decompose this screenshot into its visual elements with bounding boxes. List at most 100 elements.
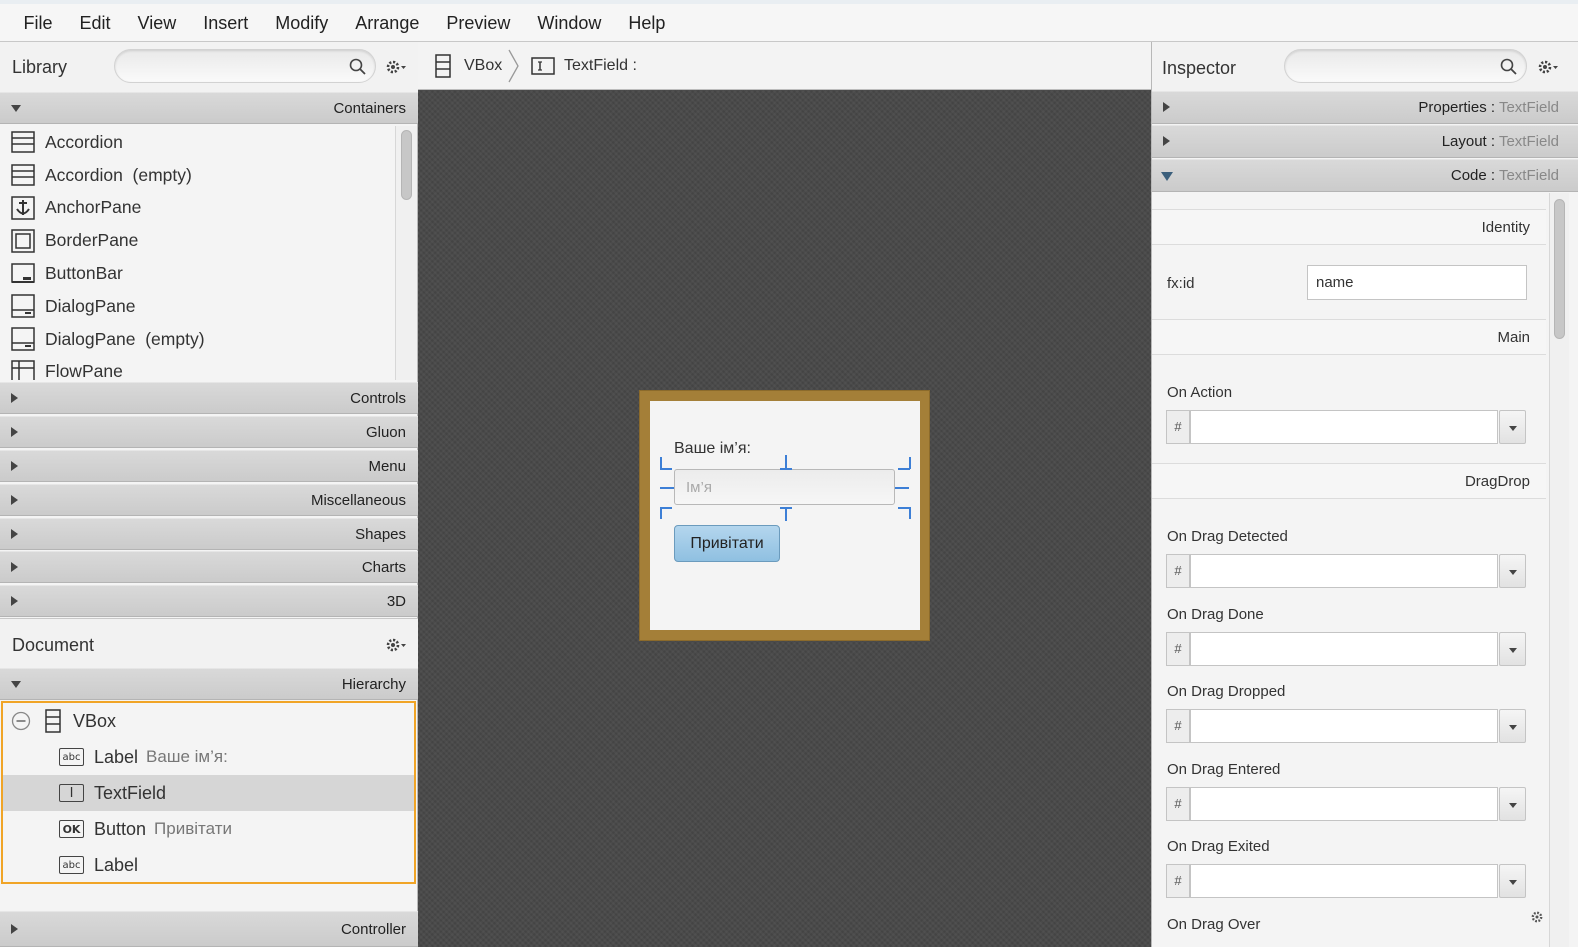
tree-row-vbox[interactable]: VBox bbox=[3, 703, 414, 739]
section-code[interactable]: Code : TextField bbox=[1152, 159, 1578, 192]
tree-row-label[interactable]: abc Label bbox=[3, 847, 414, 883]
document-gear-icon[interactable] bbox=[385, 636, 407, 654]
library-item[interactable]: DialogPane (empty) bbox=[0, 323, 395, 356]
inspector-scrollbar[interactable] bbox=[1549, 193, 1569, 947]
section-shapes[interactable]: Shapes bbox=[0, 518, 418, 550]
on-drag-exited-dropdown-button[interactable] bbox=[1499, 864, 1526, 898]
resize-handle[interactable] bbox=[660, 507, 662, 519]
section-miscellaneous[interactable]: Miscellaneous bbox=[0, 484, 418, 516]
resize-handle[interactable] bbox=[780, 507, 792, 509]
expand-icon bbox=[11, 461, 18, 471]
section-gluon[interactable]: Gluon bbox=[0, 416, 418, 448]
resize-handle[interactable] bbox=[785, 507, 787, 521]
vbox-selection-frame[interactable]: Ваше ім’я: Ім’я Привітати bbox=[639, 390, 930, 641]
section-target: TextField bbox=[1498, 167, 1559, 184]
section-controls[interactable]: Controls bbox=[0, 382, 418, 414]
menu-view[interactable]: View bbox=[124, 5, 190, 41]
collapse-icon bbox=[11, 105, 21, 112]
section-hierarchy[interactable]: Hierarchy bbox=[0, 668, 418, 700]
menu-file[interactable]: File bbox=[10, 5, 66, 41]
section-label: Properties bbox=[1418, 99, 1487, 116]
resize-handle[interactable] bbox=[909, 507, 911, 519]
on-drag-done-dropdown-button[interactable] bbox=[1499, 632, 1526, 666]
search-icon bbox=[1500, 58, 1517, 75]
resize-handle[interactable] bbox=[785, 455, 787, 469]
resize-handle[interactable] bbox=[898, 507, 910, 509]
label-icon: abc bbox=[59, 748, 84, 766]
section-3d[interactable]: 3D bbox=[0, 585, 418, 617]
textfield-icon: I bbox=[59, 784, 84, 802]
library-gear-icon[interactable] bbox=[385, 58, 407, 76]
library-item[interactable]: FlowPane bbox=[0, 356, 395, 380]
tree-sublabel: Ваше ім’я: bbox=[146, 747, 228, 766]
library-item[interactable]: Accordion bbox=[0, 126, 395, 159]
tree-row-button[interactable]: OK Button Привітати bbox=[3, 811, 414, 847]
breadcrumb-textfield[interactable]: TextField : bbox=[564, 57, 637, 75]
on-action-input[interactable] bbox=[1190, 410, 1498, 444]
section-layout[interactable]: Layout : TextField bbox=[1152, 125, 1578, 158]
inspector-panel: Inspector Properties : TextField Layout … bbox=[1151, 42, 1578, 947]
resize-handle[interactable] bbox=[660, 468, 672, 470]
fxid-input[interactable]: name bbox=[1307, 265, 1527, 300]
preview-label[interactable]: Ваше ім’я: bbox=[674, 440, 751, 458]
menu-preview[interactable]: Preview bbox=[433, 5, 524, 41]
vbox-preview[interactable]: Ваше ім’я: Ім’я Привітати bbox=[650, 401, 920, 630]
breadcrumb-separator-icon bbox=[508, 49, 519, 83]
design-canvas[interactable]: Ваше ім’я: Ім’я Привітати bbox=[418, 90, 1151, 947]
section-charts[interactable]: Charts bbox=[0, 551, 418, 583]
scrollbar-thumb[interactable] bbox=[1554, 199, 1565, 339]
library-search-input[interactable] bbox=[114, 49, 376, 83]
menu-window[interactable]: Window bbox=[524, 5, 615, 41]
on-drag-entered-input[interactable] bbox=[1190, 787, 1498, 821]
section-containers[interactable]: Containers bbox=[0, 92, 418, 124]
tree-row-label[interactable]: abc Label Ваше ім’я: bbox=[3, 739, 414, 775]
tree-label: TextField bbox=[94, 782, 167, 803]
menu-help[interactable]: Help bbox=[615, 5, 679, 41]
resize-handle[interactable] bbox=[898, 468, 910, 470]
on-drag-exited-input[interactable] bbox=[1190, 864, 1498, 898]
menu-insert[interactable]: Insert bbox=[190, 5, 262, 41]
library-item[interactable]: BorderPane bbox=[0, 224, 395, 257]
on-drag-dropped-dropdown-button[interactable] bbox=[1499, 709, 1526, 743]
library-item[interactable]: DialogPane bbox=[0, 290, 395, 323]
section-label: Charts bbox=[361, 559, 406, 576]
library-item[interactable]: AnchorPane bbox=[0, 192, 395, 225]
on-drag-done-input[interactable] bbox=[1190, 632, 1498, 666]
resize-handle[interactable] bbox=[780, 468, 792, 470]
library-item[interactable]: Accordion (empty) bbox=[0, 159, 395, 192]
menu-edit[interactable]: Edit bbox=[66, 5, 124, 41]
on-drag-detected-input[interactable] bbox=[1190, 554, 1498, 588]
section-label: Layout bbox=[1441, 133, 1487, 150]
code-section-content: Identity fx:id name Main On Action # Dra… bbox=[1152, 193, 1549, 947]
section-properties[interactable]: Properties : TextField bbox=[1152, 91, 1578, 124]
scrollbar-thumb[interactable] bbox=[401, 130, 412, 200]
document-header: Document bbox=[0, 618, 418, 668]
resize-handle[interactable] bbox=[895, 487, 909, 489]
tree-row-textfield[interactable]: I TextField bbox=[3, 775, 414, 811]
menu-arrange[interactable]: Arrange bbox=[342, 5, 433, 41]
separator: : bbox=[1486, 133, 1499, 150]
section-menu[interactable]: Menu bbox=[0, 450, 418, 482]
on-drag-dropped-input[interactable] bbox=[1190, 709, 1498, 743]
collapse-circle-icon[interactable] bbox=[11, 711, 31, 731]
breadcrumb-vbox[interactable]: VBox bbox=[464, 57, 502, 75]
settings-gear-icon[interactable] bbox=[1530, 910, 1544, 924]
tree-label: Button bbox=[94, 818, 147, 839]
section-controller[interactable]: Controller bbox=[0, 911, 418, 947]
library-scrollbar[interactable] bbox=[395, 126, 417, 380]
library-item[interactable]: ButtonBar bbox=[0, 257, 395, 290]
menu-modify[interactable]: Modify bbox=[262, 5, 342, 41]
resize-handle[interactable] bbox=[660, 507, 672, 509]
library-item-label: DialogPane bbox=[45, 295, 136, 316]
inspector-gear-icon[interactable] bbox=[1537, 58, 1559, 76]
on-drag-entered-dropdown-button[interactable] bbox=[1499, 787, 1526, 821]
on-action-dropdown-button[interactable] bbox=[1499, 410, 1526, 444]
on-drag-detected-dropdown-button[interactable] bbox=[1499, 554, 1526, 588]
section-label: 3D bbox=[386, 593, 406, 610]
resize-handle[interactable] bbox=[660, 487, 674, 489]
expand-icon bbox=[11, 562, 18, 572]
inspector-search-input[interactable] bbox=[1284, 49, 1527, 83]
preview-button[interactable]: Привітати bbox=[674, 525, 780, 562]
preview-textfield[interactable]: Ім’я bbox=[674, 469, 895, 505]
collapse-icon bbox=[1161, 172, 1173, 181]
